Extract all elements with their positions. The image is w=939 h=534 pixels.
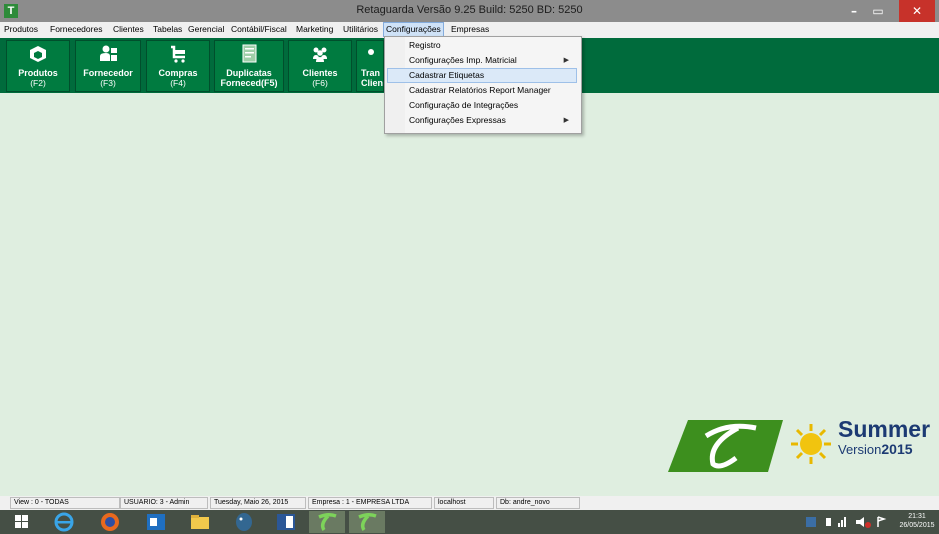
menuitem-relatorios-report-manager[interactable]: Cadastrar Relatórios Report Manager (387, 83, 577, 98)
fornecedor-label: Fornecedor (83, 68, 133, 78)
status-view: View : 0 - TODAS (10, 497, 120, 509)
menu-configuracoes[interactable]: Configurações (383, 22, 444, 37)
menuitem-label: Configurações Imp. Matricial (409, 55, 517, 65)
compras-key: (F4) (170, 78, 186, 88)
cart-icon (171, 45, 185, 63)
menu-fornecedores[interactable]: Fornecedores (50, 22, 102, 37)
clientes-label: Clientes (302, 68, 338, 78)
status-user: USUARIO: 3 - Admin (120, 497, 208, 509)
duplicatas-button[interactable]: Duplicatas Forneced(F5) (214, 40, 284, 92)
logo-version-text: Version2015 (838, 441, 913, 457)
status-db: Db: andre_novo (496, 497, 580, 509)
menuitem-label: Registro (409, 40, 441, 50)
compras-label: Compras (158, 68, 198, 78)
close-button[interactable]: ✕ (899, 0, 935, 22)
word-icon[interactable] (268, 510, 304, 534)
clientes-key: (F6) (312, 78, 328, 88)
menuitem-label: Cadastrar Relatórios Report Manager (409, 85, 551, 95)
clock-time: 21:31 (908, 513, 926, 520)
minimize-button[interactable]: – (842, 0, 866, 22)
outlook-icon[interactable] (138, 510, 174, 534)
menu-gerencial[interactable]: Gerencial (188, 22, 224, 37)
retaguarda-app-icon[interactable] (308, 510, 346, 534)
windows-start-icon[interactable] (4, 510, 40, 534)
fornecedor-button[interactable]: Fornecedor (F3) (75, 40, 141, 92)
submenu-arrow-icon: ▶ (563, 116, 569, 124)
configuracoes-dropdown: Registro Configurações Imp. Matricial ▶ … (384, 36, 582, 134)
menu-produtos[interactable]: Produtos (4, 22, 38, 37)
internet-explorer-icon[interactable] (46, 510, 82, 534)
box-icon (30, 46, 46, 62)
menuitem-label: Configuração de Integrações (409, 100, 519, 110)
compras-button[interactable]: Compras (F4) (146, 40, 210, 92)
clientes-button[interactable]: Clientes (F6) (288, 40, 352, 92)
menu-utilitarios[interactable]: Utilitários (343, 22, 378, 37)
duplicatas-label: Duplicatas Forneced(F5) (220, 68, 278, 88)
file-explorer-icon[interactable] (182, 510, 218, 534)
transacoes-label: Tran Clien (361, 68, 384, 88)
logo-version-word: Version (838, 442, 882, 457)
postgresql-icon[interactable] (226, 510, 262, 534)
transaction-icon (368, 49, 374, 55)
firefox-icon[interactable] (92, 510, 128, 534)
menu-contabil-fiscal[interactable]: Contábil/Fiscal (231, 22, 287, 37)
restore-button[interactable]: ▭ (866, 0, 890, 22)
customers-icon (313, 47, 327, 62)
produtos-key: (F2) (30, 78, 46, 88)
clock-date: 26/05/2015 (899, 522, 935, 529)
document-icon (242, 44, 257, 63)
supplier-icon (100, 45, 117, 61)
menu-marketing[interactable]: Marketing (296, 22, 333, 37)
retaguarda-app-icon[interactable] (348, 510, 386, 534)
menuitem-cadastrar-etiquetas[interactable]: Cadastrar Etiquetas (387, 68, 577, 83)
system-tray-icons[interactable] (804, 514, 890, 530)
menuitem-config-imp-matricial[interactable]: Configurações Imp. Matricial ▶ (387, 53, 577, 68)
menu-bar: Produtos Fornecedores Clientes Tabelas G… (0, 22, 939, 37)
menuitem-config-expressas[interactable]: Configurações Expressas ▶ (387, 113, 577, 128)
menuitem-label: Configurações Expressas (409, 115, 506, 125)
produtos-button[interactable]: Produtos (F2) (6, 40, 70, 92)
transacoes-clientes-button[interactable]: Tran Clien (356, 40, 384, 92)
status-date: Tuesday, Maio 26, 2015 (210, 497, 306, 509)
menu-clientes[interactable]: Clientes (113, 22, 144, 37)
window-title: Retaguarda Versão 9.25 Build: 5250 BD: 5… (356, 4, 583, 16)
menu-empresas[interactable]: Empresas (451, 22, 489, 37)
status-company: Empresa : 1 - EMPRESA LTDA (308, 497, 432, 509)
menuitem-label: Cadastrar Etiquetas (409, 70, 485, 80)
menuitem-registro[interactable]: Registro (387, 38, 577, 53)
taskbar-clock[interactable]: 21:31 26/05/2015 (895, 512, 939, 530)
logo-version-year: 2015 (881, 441, 913, 457)
menu-tabelas[interactable]: Tabelas (153, 22, 182, 37)
logo-summer-text: Summer (838, 416, 931, 442)
submenu-arrow-icon: ▶ (563, 56, 569, 64)
fornecedor-key: (F3) (100, 78, 116, 88)
menuitem-config-integracoes[interactable]: Configuração de Integrações (387, 98, 577, 113)
status-host: localhost (434, 497, 494, 509)
produtos-label: Produtos (18, 68, 58, 78)
